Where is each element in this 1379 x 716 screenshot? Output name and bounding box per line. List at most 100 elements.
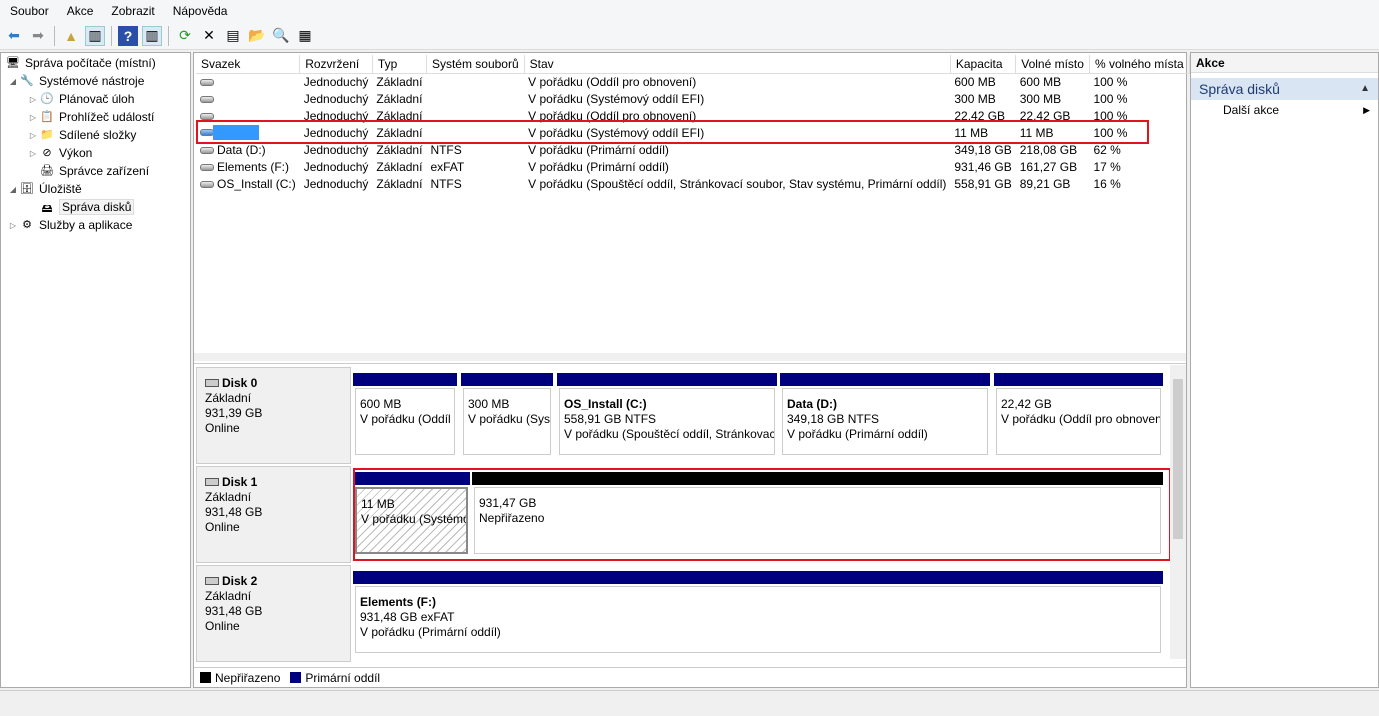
table-cell: Elements (F:) <box>196 158 300 175</box>
table-row[interactable]: Jednoduchý Základní V pořádku (Oddíl pro o… <box>196 73 1189 90</box>
actions-header: Akce <box>1191 53 1378 73</box>
table-cell: V pořádku (Oddíl pro obnovení) <box>528 74 697 89</box>
table-cell: 600 MB <box>1019 74 1062 89</box>
volume-drive-icon <box>200 95 214 103</box>
computer-icon: 🖥 <box>6 57 20 69</box>
table-row[interactable]: Elements (F:) Jednoduchý Základní exFAT V po… <box>196 158 1189 175</box>
partition-info: 600 MBV pořádku (Oddíl pro obnovení) <box>355 388 455 455</box>
table-cell: 100 % <box>1093 74 1128 89</box>
disk-management-icon: 🖴 <box>41 203 53 215</box>
table-cell: V pořádku (Systémový oddíl EFI) <box>528 91 705 106</box>
volume-drive-icon <box>200 79 214 87</box>
vertical-scrollbar[interactable] <box>1170 365 1186 659</box>
volume-drive-icon <box>200 112 214 120</box>
disk-label[interactable]: Disk 0 Základní 931,39 GB Online <box>196 367 351 464</box>
tree-system-tools[interactable]: ◢ 🔧 Systémové nástroje <box>1 72 190 90</box>
back-icon[interactable]: ⬅ <box>4 26 24 46</box>
table-cell: Jednoduchý <box>303 74 369 89</box>
shared-folder-icon: 📁 <box>40 129 54 141</box>
disk-icon <box>205 577 219 585</box>
actions-section-disk-management[interactable]: Správa disků ▲ <box>1191 78 1378 100</box>
clock-icon: 🕒 <box>40 93 54 105</box>
disk-label[interactable]: Disk 1 Základní 931,48 GB Online <box>196 466 351 563</box>
partition-type-bar <box>780 373 990 386</box>
event-log-icon: 📋 <box>40 111 54 123</box>
tree-services[interactable]: ▷ ⚙ Služby a aplikace <box>1 216 190 234</box>
tree-root[interactable]: 🖥 Správa počítače (místní) <box>1 54 190 72</box>
column-header[interactable]: Stav <box>524 55 951 74</box>
collapse-icon[interactable]: ◢ <box>7 185 19 194</box>
column-header[interactable]: Systém souborů <box>426 55 525 74</box>
column-header[interactable]: Typ <box>372 55 427 74</box>
search-icon[interactable]: 🔍 <box>271 26 291 46</box>
collapse-icon[interactable]: ◢ <box>7 77 19 86</box>
partition[interactable]: 22,42 GB V pořádku (Oddíl pro obnovení) <box>994 373 1163 457</box>
tree-disk-management[interactable]: 🖴 Správa disků <box>1 198 190 216</box>
actions-pane: Akce Správa disků ▲ Další akce ▶ <box>1190 52 1379 688</box>
open-folder-icon[interactable]: 📂 <box>247 26 267 46</box>
column-header[interactable]: % volného místa <box>1089 55 1190 74</box>
horizontal-splitter[interactable] <box>194 353 1186 361</box>
disk-label[interactable]: Disk 2 Základní 931,48 GB Online <box>196 565 351 662</box>
partition[interactable]: 600 MBV pořádku (Oddíl pro obnovení) <box>353 373 457 457</box>
menu-soubor[interactable]: Soubor <box>0 4 57 18</box>
expand-icon[interactable]: ▷ <box>27 149 39 158</box>
delete-icon[interactable]: ✕ <box>199 26 219 46</box>
expand-icon[interactable]: ▷ <box>27 131 39 140</box>
navigation-tree: 🖥 Správa počítače (místní) ◢ 🔧 Systémové ná… <box>0 52 191 688</box>
highlight-box <box>196 120 1149 144</box>
partition[interactable]: 300 MBV pořádku (Systémový oddíl EFI) <box>461 373 553 457</box>
table-cell: 16 % <box>1093 176 1121 191</box>
tree-shared-folders[interactable]: ▷ 📁 Sdílené složky <box>1 126 190 144</box>
tree-device-manager[interactable]: 🖨 Správce zařízení <box>1 162 190 180</box>
table-cell <box>196 73 300 90</box>
show-hide-action-pane-icon[interactable]: ▥ <box>142 25 162 46</box>
help-icon[interactable]: ? <box>118 25 138 46</box>
volume-drive-icon <box>200 180 214 188</box>
partition-info: OS_Install (C:) 558,91 GB NTFS V pořádku (… <box>559 388 775 455</box>
partition[interactable]: Elements (F:) 931,48 GB exFAT V pořádku (P… <box>353 571 1163 655</box>
table-cell: 100 % <box>1093 91 1128 106</box>
collapse-icon[interactable]: ▲ <box>1360 78 1370 100</box>
show-hide-tree-icon[interactable]: ▥ <box>85 25 105 46</box>
table-cell: Jednoduchý <box>303 159 369 174</box>
up-folder-icon[interactable]: ▲ <box>61 26 81 46</box>
submenu-arrow-icon: ▶ <box>1363 105 1370 115</box>
column-header[interactable]: Svazek <box>196 55 301 74</box>
table-cell: 600 MB <box>954 74 996 89</box>
menu-napoveda[interactable]: Nápověda <box>163 4 236 18</box>
menu-zobrazit[interactable]: Zobrazit <box>101 4 162 18</box>
settings-icon[interactable]: ▦ <box>295 26 315 46</box>
highlight-box <box>353 468 1171 561</box>
table-cell <box>196 90 300 107</box>
action-more-actions[interactable]: Další akce ▶ <box>1191 100 1378 120</box>
table-cell: V pořádku (Spouštěcí oddíl, Stránkovací … <box>528 176 947 191</box>
expand-icon[interactable]: ▷ <box>27 113 39 122</box>
disk-row: Disk 0 Základní 931,39 GB Online 600 MB V poř… <box>196 367 1171 464</box>
performance-icon: ⊘ <box>42 147 52 159</box>
disk-icon <box>205 478 219 486</box>
menu-akce[interactable]: Akce <box>57 4 102 18</box>
table-row[interactable]: Jednoduchý Základní V pořádku (Systémový o… <box>196 90 1189 107</box>
legend: Nepřiřazeno Primární oddíl <box>194 667 1186 687</box>
forward-icon[interactable]: ➡ <box>28 26 48 46</box>
tree-performance[interactable]: ▷ ⊘ Výkon <box>1 144 190 162</box>
expand-icon[interactable]: ▷ <box>7 221 19 230</box>
properties-icon[interactable]: ▤ <box>223 26 243 46</box>
volume-drive-icon <box>200 146 214 154</box>
column-header[interactable]: Rozvržení <box>299 55 373 74</box>
partition[interactable]: OS_Install (C:) 558,91 GB NTFS V pořádku (… <box>557 373 777 457</box>
table-cell: Jednoduchý <box>303 176 369 191</box>
primary-swatch <box>290 672 302 683</box>
table-row[interactable]: OS_Install (C:) Jednoduchý Základní NTFS V p… <box>196 175 1189 192</box>
table-cell: 558,91 GB <box>954 176 1012 191</box>
column-header[interactable]: Volné místo <box>1015 55 1090 74</box>
tree-storage[interactable]: ◢ 🗄 Úložiště <box>1 180 190 198</box>
tree-event-viewer[interactable]: ▷ 📋 Prohlížeč událostí <box>1 108 190 126</box>
column-header[interactable]: Kapacita <box>950 55 1017 74</box>
partition[interactable]: Data (D:) 349,18 GB NTFS V pořádku (Primár… <box>780 373 990 457</box>
table-cell: 300 MB <box>954 91 996 106</box>
expand-icon[interactable]: ▷ <box>27 95 39 104</box>
refresh-icon[interactable]: ⟳ <box>175 26 195 46</box>
tree-task-scheduler[interactable]: ▷ 🕒 Plánovač úloh <box>1 90 190 108</box>
